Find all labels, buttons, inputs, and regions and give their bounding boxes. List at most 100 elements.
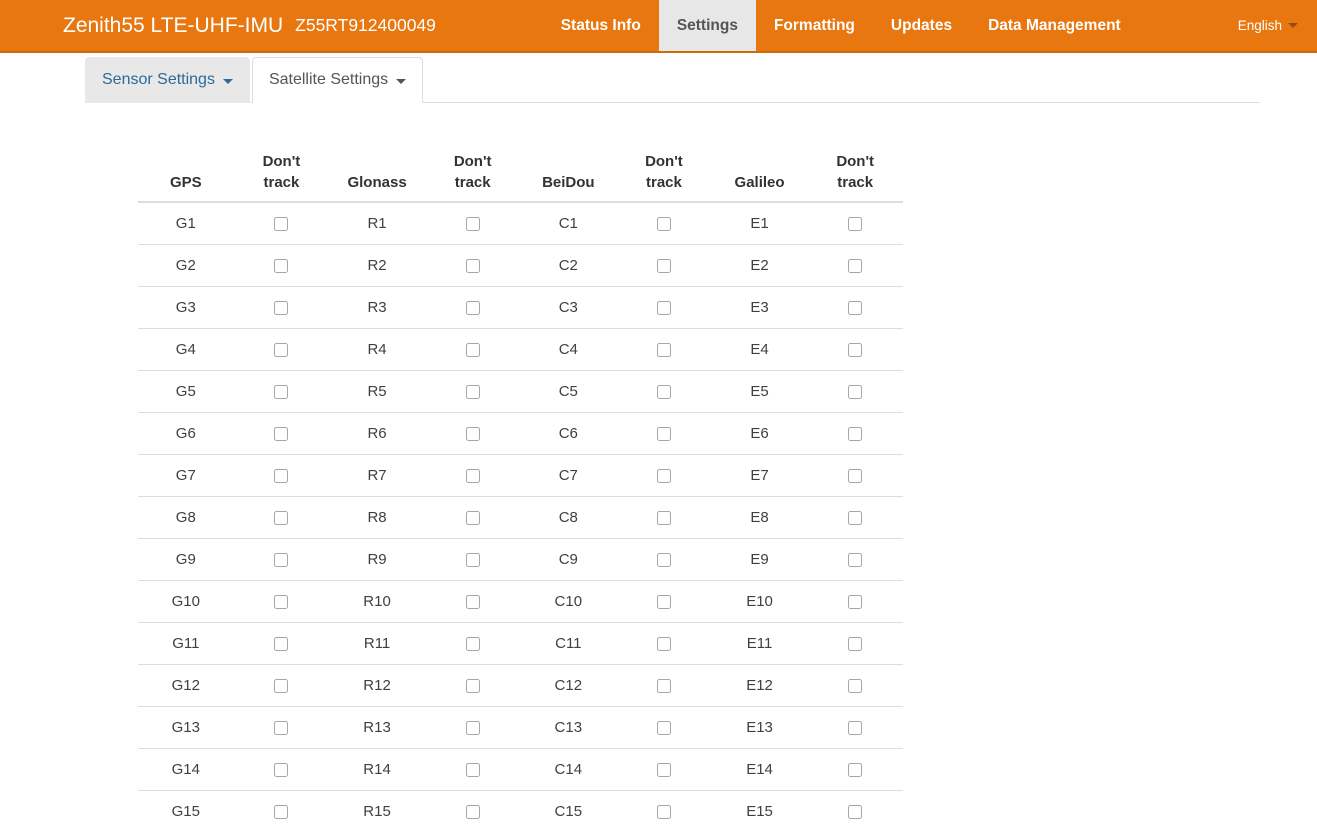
dont-track-checkbox-g1[interactable] <box>274 217 289 232</box>
dont-track-checkbox-c3[interactable] <box>656 301 671 316</box>
dont-track-cell <box>616 496 712 539</box>
satellite-id-r9: R9 <box>329 538 425 581</box>
dont-track-checkbox-r14[interactable] <box>465 763 480 778</box>
table-row: G13 R13 C13 E13 <box>138 706 903 749</box>
dont-track-checkbox-g3[interactable] <box>274 301 289 316</box>
dont-track-checkbox-g9[interactable] <box>274 553 289 568</box>
dont-track-checkbox-c11[interactable] <box>656 637 671 652</box>
dont-track-cell <box>616 370 712 413</box>
dont-track-checkbox-c8[interactable] <box>656 511 671 526</box>
dont-track-cell <box>424 748 521 791</box>
dont-track-checkbox-e2[interactable] <box>848 259 863 274</box>
nav-item-label[interactable]: Status Info <box>543 0 659 51</box>
dont-track-checkbox-c2[interactable] <box>656 259 671 274</box>
dont-track-checkbox-r15[interactable] <box>465 805 480 820</box>
dont-track-checkbox-r2[interactable] <box>465 259 480 274</box>
dont-track-checkbox-c9[interactable] <box>656 553 671 568</box>
dont-track-cell <box>233 286 330 329</box>
nav-item-status-info[interactable]: Status Info <box>543 0 659 51</box>
dont-track-checkbox-r6[interactable] <box>465 427 480 442</box>
satellite-id-c3: C3 <box>520 286 617 329</box>
nav-item-label[interactable]: Formatting <box>756 0 873 51</box>
nav-item-label[interactable]: Updates <box>873 0 970 51</box>
dont-track-cell <box>807 580 903 623</box>
dont-track-checkbox-r1[interactable] <box>465 217 480 232</box>
dont-track-checkbox-r9[interactable] <box>465 553 480 568</box>
dont-track-checkbox-c12[interactable] <box>656 679 671 694</box>
tab-link[interactable]: Satellite Settings <box>251 57 424 103</box>
dont-track-checkbox-r4[interactable] <box>465 343 480 358</box>
dont-track-checkbox-c13[interactable] <box>656 721 671 736</box>
dont-track-checkbox-e15[interactable] <box>848 805 863 820</box>
dont-track-cell <box>807 748 903 791</box>
dont-track-checkbox-e4[interactable] <box>848 343 863 358</box>
dont-track-cell <box>233 664 330 707</box>
main-nav: Status Info Settings Formatting Updates Data… <box>543 0 1139 51</box>
nav-item-formatting[interactable]: Formatting <box>756 0 873 51</box>
dont-track-checkbox-r7[interactable] <box>465 469 480 484</box>
dont-track-checkbox-e6[interactable] <box>848 427 863 442</box>
dont-track-checkbox-e10[interactable] <box>848 595 863 610</box>
satellite-id-g15: G15 <box>138 790 234 832</box>
dont-track-checkbox-g10[interactable] <box>274 595 289 610</box>
language-dropdown[interactable]: English <box>1234 0 1302 51</box>
dont-track-checkbox-c15[interactable] <box>656 805 671 820</box>
dont-track-checkbox-r13[interactable] <box>465 721 480 736</box>
nav-item-data-management[interactable]: Data Management <box>970 0 1139 51</box>
nav-item-label[interactable]: Data Management <box>970 0 1139 51</box>
dont-track-checkbox-e13[interactable] <box>848 721 863 736</box>
dont-track-checkbox-e12[interactable] <box>848 679 863 694</box>
satellite-id-c6: C6 <box>520 412 617 455</box>
tab-label: Satellite Settings <box>268 71 389 88</box>
dont-track-checkbox-e3[interactable] <box>848 301 863 316</box>
dont-track-cell <box>807 790 903 832</box>
dont-track-checkbox-r11[interactable] <box>465 637 480 652</box>
table-row: G8 R8 C8 E8 <box>138 496 903 539</box>
dont-track-checkbox-c6[interactable] <box>656 427 671 442</box>
dont-track-checkbox-c7[interactable] <box>656 469 671 484</box>
satellite-id-r15: R15 <box>329 790 425 832</box>
dont-track-checkbox-e7[interactable] <box>848 469 863 484</box>
dont-track-checkbox-g2[interactable] <box>274 259 289 274</box>
tab-sensor-settings[interactable]: Sensor Settings <box>85 57 250 103</box>
dont-track-checkbox-e5[interactable] <box>848 385 863 400</box>
dont-track-cell <box>807 454 903 497</box>
tab-satellite-settings[interactable]: Satellite Settings <box>251 57 424 103</box>
dont-track-cell <box>807 201 903 245</box>
dont-track-checkbox-r12[interactable] <box>465 679 480 694</box>
dont-track-cell <box>616 538 712 581</box>
satellite-id-r14: R14 <box>329 748 425 791</box>
dont-track-checkbox-g5[interactable] <box>274 385 289 400</box>
dont-track-checkbox-r3[interactable] <box>465 301 480 316</box>
dont-track-checkbox-g11[interactable] <box>274 637 289 652</box>
dont-track-checkbox-e14[interactable] <box>848 763 863 778</box>
dont-track-checkbox-e8[interactable] <box>848 511 863 526</box>
dont-track-checkbox-g12[interactable] <box>274 679 289 694</box>
dont-track-checkbox-g8[interactable] <box>274 511 289 526</box>
nav-item-updates[interactable]: Updates <box>873 0 970 51</box>
tab-link[interactable]: Sensor Settings <box>85 57 250 103</box>
satellite-id-g13: G13 <box>138 706 234 749</box>
dont-track-cell <box>424 370 521 413</box>
dont-track-checkbox-g4[interactable] <box>274 343 289 358</box>
dont-track-checkbox-g13[interactable] <box>274 721 289 736</box>
table-row: G2 R2 C2 E2 <box>138 244 903 287</box>
dont-track-checkbox-c1[interactable] <box>656 217 671 232</box>
dont-track-checkbox-c14[interactable] <box>656 763 671 778</box>
dont-track-checkbox-e11[interactable] <box>848 637 863 652</box>
dont-track-checkbox-e9[interactable] <box>848 553 863 568</box>
dont-track-checkbox-c4[interactable] <box>656 343 671 358</box>
nav-item-settings[interactable]: Settings <box>658 0 756 51</box>
nav-item-label[interactable]: Settings <box>658 0 756 51</box>
dont-track-checkbox-c5[interactable] <box>656 385 671 400</box>
dont-track-checkbox-g7[interactable] <box>274 469 289 484</box>
dont-track-checkbox-r10[interactable] <box>465 595 480 610</box>
dont-track-checkbox-g15[interactable] <box>274 805 289 820</box>
dont-track-cell <box>424 412 521 455</box>
dont-track-checkbox-g14[interactable] <box>274 763 289 778</box>
dont-track-checkbox-c10[interactable] <box>656 595 671 610</box>
dont-track-checkbox-e1[interactable] <box>848 217 863 232</box>
dont-track-checkbox-r8[interactable] <box>465 511 480 526</box>
dont-track-checkbox-g6[interactable] <box>274 427 289 442</box>
dont-track-checkbox-r5[interactable] <box>465 385 480 400</box>
